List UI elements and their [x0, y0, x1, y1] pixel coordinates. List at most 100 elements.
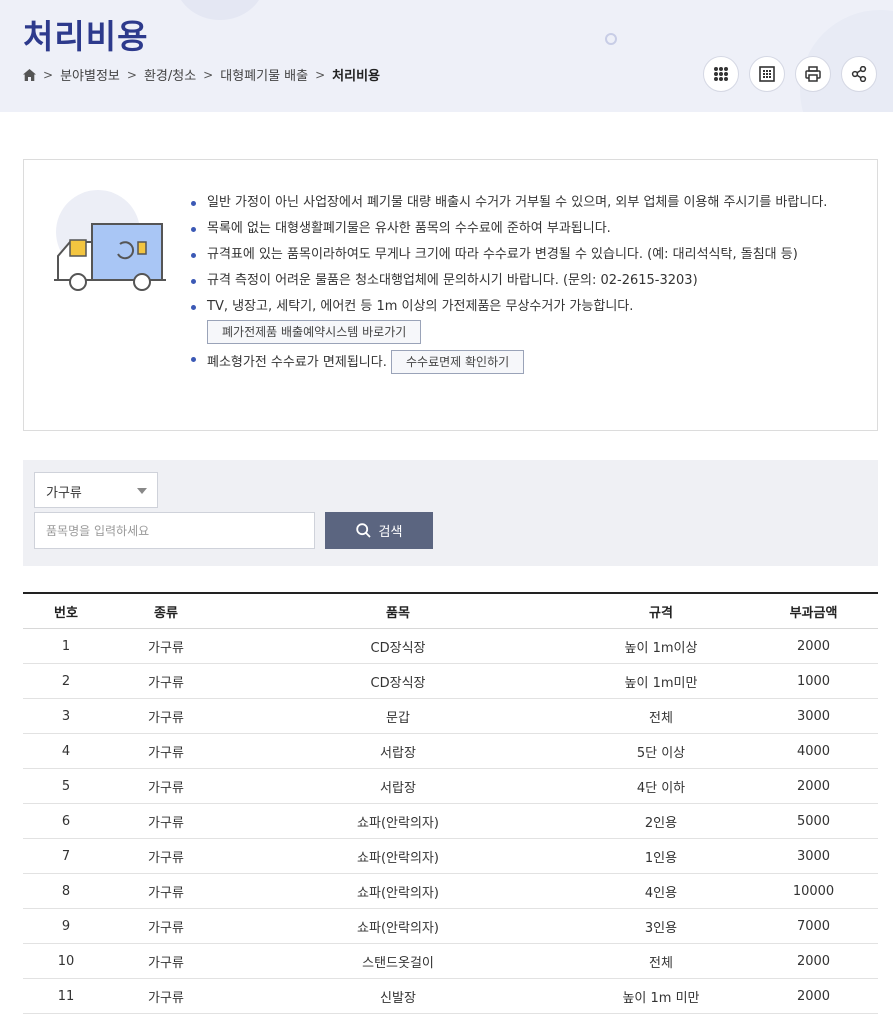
- table-row: 1 가구류 CD장식장 높이 1m이상 2000: [23, 628, 878, 664]
- row-category: 가구류: [109, 978, 223, 1014]
- share-icon: [851, 66, 867, 82]
- column-header: 부과금액: [749, 593, 878, 629]
- row-fee: 7000: [749, 908, 878, 944]
- table-row: 11 가구류 신발장 높이 1m 미만 2000: [23, 978, 878, 1014]
- column-header: 번호: [23, 593, 109, 629]
- row-category: 가구류: [109, 838, 223, 874]
- decorative-circle: [175, 0, 265, 20]
- home-icon[interactable]: [23, 68, 36, 81]
- column-header: 품목: [223, 593, 573, 629]
- row-fee: 2000: [749, 978, 878, 1014]
- share-button[interactable]: [841, 56, 877, 92]
- column-header: 종류: [109, 593, 223, 629]
- row-number: 4: [23, 733, 109, 769]
- qr-code-button[interactable]: [749, 56, 785, 92]
- table-row: 10 가구류 스탠드옷걸이 전체 2000: [23, 943, 878, 979]
- row-item: CD장식장: [223, 663, 573, 699]
- row-item: 서랍장: [223, 733, 573, 769]
- row-number: 3: [23, 698, 109, 734]
- notice-item: 규격표에 있는 품목이라하여도 무게나 크기에 따라 수수료가 변경될 수 있습…: [189, 244, 834, 266]
- row-item: CD장식장: [223, 628, 573, 664]
- row-spec: 높이 1m 미만: [573, 978, 749, 1014]
- row-category: 가구류: [109, 698, 223, 734]
- fee-exemption-link[interactable]: 수수료면제 확인하기: [390, 350, 525, 374]
- print-icon: [805, 66, 821, 82]
- row-fee: 5000: [749, 803, 878, 839]
- row-spec: 4단 이하: [573, 768, 749, 804]
- row-fee: 3000: [749, 838, 878, 874]
- row-item: 쇼파(안락의자): [223, 908, 573, 944]
- search-button[interactable]: 검색: [325, 512, 433, 549]
- qr-code-icon: [759, 66, 775, 82]
- row-number: 2: [23, 663, 109, 699]
- table-row: 5 가구류 서랍장 4단 이하 2000: [23, 768, 878, 804]
- row-category: 가구류: [109, 733, 223, 769]
- row-fee: 3000: [749, 698, 878, 734]
- notice-item: 규격 측정이 어려운 물품은 청소대행업체에 문의하시기 바랍니다. (문의: …: [189, 270, 834, 292]
- row-item: 신발장: [223, 978, 573, 1014]
- table-row: 9 가구류 쇼파(안락의자) 3인용 7000: [23, 908, 878, 944]
- decorative-ring: [605, 33, 617, 45]
- row-category: 가구류: [109, 943, 223, 979]
- fee-table: 번호 종류 품목 규격 부과금액 1 가구류 CD장식장 높이 1m이상 2000 2 가구…: [23, 592, 878, 1014]
- row-spec: 3인용: [573, 908, 749, 944]
- page-tools: [703, 56, 877, 92]
- page-header: 처리비용 > 분야별정보 > 환경/청소 > 대형폐기물 배출 > 처리비용: [0, 0, 893, 112]
- row-number: 1: [23, 628, 109, 664]
- row-category: 가구류: [109, 873, 223, 909]
- row-spec: 5단 이상: [573, 733, 749, 769]
- table-row: 2 가구류 CD장식장 높이 1m미만 1000: [23, 663, 878, 699]
- row-item: 스탠드옷걸이: [223, 943, 573, 979]
- row-category: 가구류: [109, 803, 223, 839]
- row-number: 8: [23, 873, 109, 909]
- row-spec: 전체: [573, 698, 749, 734]
- row-number: 9: [23, 908, 109, 944]
- row-fee: 10000: [749, 873, 878, 909]
- category-select[interactable]: 가구류: [34, 472, 158, 508]
- row-spec: 1인용: [573, 838, 749, 874]
- row-fee: 2000: [749, 943, 878, 979]
- row-category: 가구류: [109, 768, 223, 804]
- table-header-row: 번호 종류 품목 규격 부과금액: [23, 593, 878, 629]
- appliance-reservation-link[interactable]: 폐가전제품 배출예약시스템 바로가기: [207, 320, 422, 344]
- breadcrumb-separator-icon: >: [203, 67, 214, 82]
- breadcrumb-current: 처리비용: [332, 69, 380, 84]
- breadcrumb-separator-icon: >: [126, 67, 137, 82]
- breadcrumb-item[interactable]: 환경/청소: [144, 65, 196, 84]
- breadcrumb-item[interactable]: 분야별정보: [60, 65, 120, 84]
- row-item: 쇼파(안락의자): [223, 838, 573, 874]
- menu-dots-button[interactable]: [703, 56, 739, 92]
- truck-illustration-icon: [54, 190, 166, 291]
- row-fee: 2000: [749, 768, 878, 804]
- breadcrumb-item[interactable]: 대형폐기물 배출: [220, 65, 308, 84]
- row-spec: 2인용: [573, 803, 749, 839]
- row-item: 쇼파(안락의자): [223, 803, 573, 839]
- table-row: 8 가구류 쇼파(안락의자) 4인용 10000: [23, 873, 878, 909]
- table-body: 1 가구류 CD장식장 높이 1m이상 2000 2 가구류 CD장식장 높이 1m미만 1000…: [23, 628, 878, 1014]
- menu-dots-icon: [714, 67, 728, 81]
- row-category: 가구류: [109, 663, 223, 699]
- notice-item: 폐소형가전 수수료가 면제됩니다. 수수료면제 확인하기: [189, 348, 834, 374]
- notice-list: 일반 가정이 아닌 사업장에서 폐기물 대량 배출시 수거가 거부될 수 있으며…: [189, 192, 834, 378]
- row-category: 가구류: [109, 628, 223, 664]
- row-number: 11: [23, 978, 109, 1014]
- row-spec: 4인용: [573, 873, 749, 909]
- breadcrumb-separator-icon: >: [43, 67, 54, 82]
- notice-item: 일반 가정이 아닌 사업장에서 폐기물 대량 배출시 수거가 거부될 수 있으며…: [189, 192, 834, 214]
- row-fee: 2000: [749, 628, 878, 664]
- notice-box: 일반 가정이 아닌 사업장에서 폐기물 대량 배출시 수거가 거부될 수 있으며…: [23, 159, 878, 431]
- search-icon: [355, 523, 371, 538]
- search-input[interactable]: [34, 512, 315, 549]
- print-button[interactable]: [795, 56, 831, 92]
- row-item: 문갑: [223, 698, 573, 734]
- row-number: 10: [23, 943, 109, 979]
- row-fee: 1000: [749, 663, 878, 699]
- table-row: 4 가구류 서랍장 5단 이상 4000: [23, 733, 878, 769]
- row-fee: 4000: [749, 733, 878, 769]
- notice-item: 목록에 없는 대형생활폐기물은 유사한 품목의 수수료에 준하여 부과됩니다.: [189, 218, 834, 240]
- table-row: 3 가구류 문갑 전체 3000: [23, 698, 878, 734]
- search-panel: 가구류 검색: [23, 460, 878, 566]
- breadcrumb: > 분야별정보 > 환경/청소 > 대형폐기물 배출 > 처리비용: [23, 65, 380, 84]
- row-number: 7: [23, 838, 109, 874]
- row-spec: 높이 1m미만: [573, 663, 749, 699]
